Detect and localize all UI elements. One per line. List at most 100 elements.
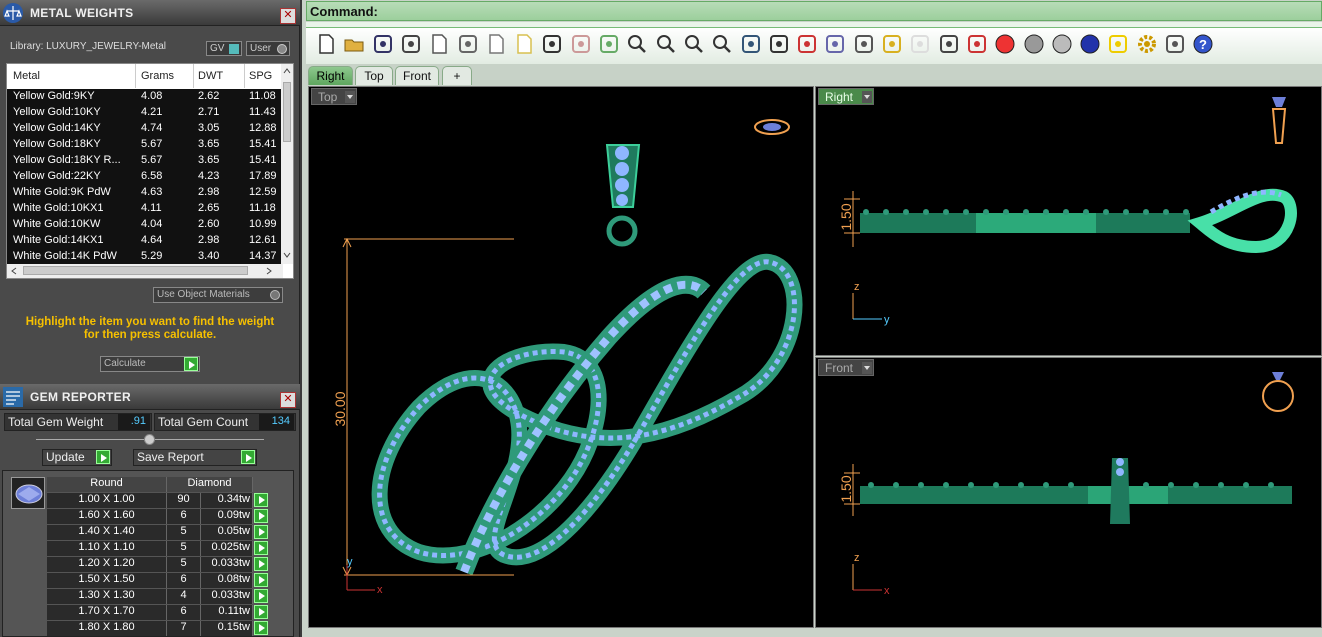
four-view-icon[interactable] [767,32,791,56]
table-row[interactable]: 1.70 X 1.70 6 0.11tw [47,604,269,620]
scroll-left-icon[interactable] [10,267,18,275]
table-row[interactable]: White Gold:14K PdW 5.29 3.40 14.37 [7,249,283,265]
sphere-grey-icon[interactable] [1022,32,1046,56]
view-cube-ring-front-icon[interactable] [1262,372,1294,412]
print-icon[interactable] [399,32,423,56]
viewport-front[interactable]: 1.50 z x Front [815,357,1322,628]
table-row[interactable]: Yellow Gold:18KY 5.67 3.65 15.41 [7,137,283,153]
paste-icon[interactable] [512,32,536,56]
pendant-right-render: 1.50 z y [838,97,1297,326]
table-row[interactable]: Yellow Gold:9KY 4.08 2.62 11.08 [7,89,283,105]
table-row[interactable]: Yellow Gold:22KY 6.58 4.23 17.89 [7,169,283,185]
table-row[interactable]: White Gold:10KW 4.04 2.60 10.99 [7,217,283,233]
zoom-icon[interactable] [625,32,649,56]
table-row[interactable]: 1.10 X 1.10 5 0.025tw [47,540,269,556]
grid-snap-icon[interactable] [880,32,904,56]
lock-icon[interactable] [937,32,961,56]
car-icon[interactable] [795,32,819,56]
scroll-down-icon[interactable] [283,250,291,258]
clock-icon[interactable] [852,32,876,56]
update-button[interactable]: Update [42,449,112,466]
pan-icon[interactable] [569,32,593,56]
tab-top[interactable]: Top [355,66,393,85]
layer-icon[interactable] [965,32,989,56]
tab-front[interactable]: Front [395,66,439,85]
select-gem-arrow-icon[interactable] [254,605,268,619]
table-row[interactable]: White Gold:10KX1 4.11 2.65 11.18 [7,201,283,217]
close-gem-panel-button[interactable]: ✕ [280,392,296,408]
select-gem-arrow-icon[interactable] [254,525,268,539]
color-wheel-icon[interactable] [993,32,1017,56]
select-gem-arrow-icon[interactable] [254,589,268,603]
dropdown-arrow-icon[interactable] [345,91,355,103]
close-metal-panel-button[interactable]: ✕ [280,8,296,24]
copy-icon[interactable] [484,32,508,56]
table-row[interactable]: White Gold:9K PdW 4.63 2.98 12.59 [7,185,283,201]
select-gem-arrow-icon[interactable] [254,557,268,571]
table-row[interactable]: White Gold:14KX1 4.64 2.98 12.61 [7,233,283,249]
col-dwt[interactable]: DWT [198,70,223,82]
selection-icon[interactable] [1163,32,1187,56]
cut-icon[interactable] [456,32,480,56]
col-metal[interactable]: Metal [13,70,40,82]
select-gem-arrow-icon[interactable] [254,573,268,587]
gv-toggle[interactable]: GV [206,41,242,56]
new-icon[interactable] [314,32,338,56]
open-icon[interactable] [342,32,366,56]
col-grams[interactable]: Grams [141,70,174,82]
zoom-extents-icon[interactable] [682,32,706,56]
select-gem-arrow-icon[interactable] [254,509,268,523]
rotate-view-icon[interactable] [739,32,763,56]
table-row[interactable]: 1.80 X 1.80 7 0.15tw [47,620,269,636]
dropdown-arrow-icon[interactable] [862,91,872,103]
user-toggle[interactable]: User [246,41,290,56]
select-gem-arrow-icon[interactable] [254,621,268,635]
undo-icon[interactable] [540,32,564,56]
select-gem-arrow-icon[interactable] [254,541,268,555]
view-cube-pendant-icon[interactable] [1271,97,1287,144]
export-icon[interactable] [427,32,451,56]
table-row[interactable]: 1.20 X 1.20 5 0.033tw [47,556,269,572]
plane-icon[interactable] [823,32,847,56]
zoom-window-icon[interactable] [654,32,678,56]
table-row[interactable]: Yellow Gold:18KY R... 5.67 3.65 15.41 [7,153,283,169]
table-row[interactable]: Yellow Gold:14KY 4.74 3.05 12.88 [7,121,283,137]
move-icon[interactable] [597,32,621,56]
save-report-button[interactable]: Save Report [133,449,257,466]
gear-icon[interactable] [1135,32,1159,56]
tab-right[interactable]: Right [308,66,353,85]
table-row[interactable]: 1.30 X 1.30 4 0.033tw [47,588,269,604]
table-row[interactable]: 1.50 X 1.50 6 0.08tw [47,572,269,588]
table-row[interactable]: Yellow Gold:10KY 4.21 2.71 11.43 [7,105,283,121]
table-row[interactable]: 1.00 X 1.00 90 0.34tw [47,492,269,508]
hscroll-thumb[interactable] [23,266,248,275]
sphere-white-icon[interactable] [1050,32,1074,56]
light-cone-icon[interactable] [1106,32,1130,56]
sphere-blue-icon[interactable] [1078,32,1102,56]
table-row[interactable]: 1.40 X 1.40 5 0.05tw [47,524,269,540]
metal-table-vscroll[interactable] [281,64,293,264]
scroll-right-icon[interactable] [265,267,273,275]
dropdown-arrow-icon[interactable] [862,362,872,374]
viewport-right[interactable]: 1.50 z y Right [815,86,1322,356]
zoom-selected-icon[interactable] [710,32,734,56]
scroll-up-icon[interactable] [283,66,291,74]
view-cube-ring-icon[interactable] [754,119,790,135]
splitter-handle-icon[interactable] [144,434,155,445]
add-tab-button[interactable]: + [442,66,472,85]
col-spg[interactable]: SPG [249,70,272,82]
select-gem-arrow-icon[interactable] [254,493,268,507]
viewport-top[interactable]: 30.00 y x Top [308,86,814,628]
viewport-top-label[interactable]: Top [311,88,357,105]
scroll-thumb[interactable] [283,82,291,142]
viewport-front-label[interactable]: Front [818,359,874,376]
light-icon[interactable] [908,32,932,56]
use-object-materials-toggle[interactable]: Use Object Materials [153,287,283,303]
help-icon[interactable]: ? [1191,32,1215,56]
gv-label: GV [210,43,225,54]
viewport-right-label[interactable]: Right [818,88,874,105]
calculate-button[interactable]: Calculate [100,356,200,372]
table-row[interactable]: 1.60 X 1.60 6 0.09tw [47,508,269,524]
metal-table-hscroll[interactable] [7,264,283,278]
save-icon[interactable] [371,32,395,56]
